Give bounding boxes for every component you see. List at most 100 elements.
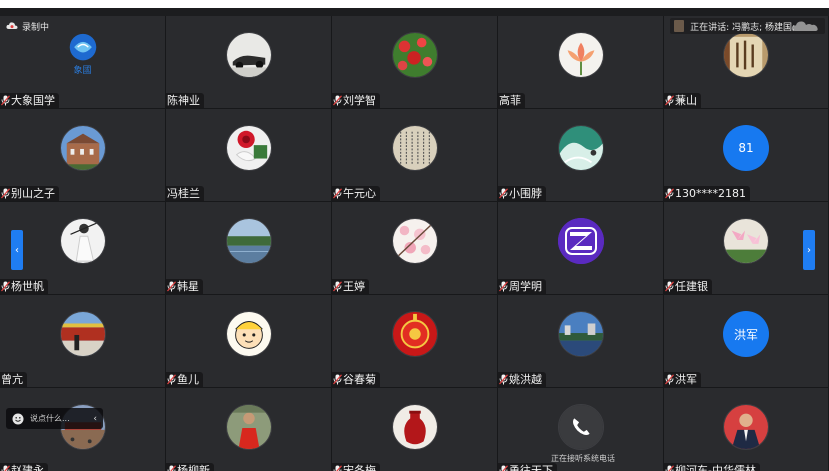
mic-muted-icon bbox=[333, 188, 342, 199]
avatar bbox=[391, 404, 438, 450]
avatar bbox=[225, 311, 272, 357]
avatar bbox=[557, 311, 604, 357]
participant-tile[interactable]: 鱼儿 bbox=[166, 295, 332, 388]
participant-tile[interactable]: 曾亢 bbox=[0, 295, 166, 388]
participant-name: 鱼儿 bbox=[177, 373, 199, 386]
mic-muted-icon bbox=[499, 374, 508, 385]
mic-muted-icon bbox=[333, 465, 342, 471]
meeting-gallery: 象國大象国学 陈神业 刘学智 高菲 蒹山别山之子 冯桂兰 午元心 小围脖 81 130****21… bbox=[0, 0, 829, 471]
name-tag: 柳河东-中华儒林 bbox=[664, 463, 760, 471]
participant-name: 洪军 bbox=[675, 373, 697, 386]
avatar bbox=[391, 218, 438, 264]
name-tag: 午元心 bbox=[332, 186, 380, 201]
participant-tile[interactable]: 周学明 bbox=[498, 202, 664, 295]
logo-text: 象國 bbox=[73, 65, 92, 76]
mic-muted-icon bbox=[665, 465, 674, 471]
prev-page-button[interactable]: ‹ bbox=[11, 230, 23, 270]
participant-tile[interactable]: 高菲 bbox=[498, 16, 664, 109]
name-tag: 陈神业 bbox=[166, 93, 204, 108]
mic-muted-icon bbox=[499, 465, 508, 471]
name-tag: 杨世帆 bbox=[0, 279, 48, 294]
participant-name: 任建银 bbox=[675, 280, 708, 293]
participant-tile[interactable]: 宋冬梅 bbox=[332, 388, 498, 471]
name-tag: 谷春菊 bbox=[332, 372, 380, 387]
recording-label: 录制中 bbox=[22, 22, 50, 33]
mic-muted-icon bbox=[499, 281, 508, 292]
avatar: 81 bbox=[723, 125, 769, 171]
chevron-left-icon: ‹ bbox=[15, 244, 19, 256]
chat-input[interactable]: 说点什么... ‹ bbox=[6, 408, 103, 429]
z-logo-icon bbox=[557, 218, 604, 264]
participant-tile[interactable]: 姚洪越 bbox=[498, 295, 664, 388]
avatar bbox=[391, 125, 438, 171]
participant-name: 大象国学 bbox=[11, 94, 55, 107]
participant-tile[interactable]: 杨世帆 bbox=[0, 202, 166, 295]
participant-name: 姚洪越 bbox=[509, 373, 542, 386]
participant-tile[interactable]: 王婷 bbox=[332, 202, 498, 295]
chevron-left-icon[interactable]: ‹ bbox=[93, 414, 97, 424]
chat-placeholder: 说点什么... bbox=[30, 414, 70, 423]
participant-tile[interactable]: 柳河东-中华儒林 bbox=[664, 388, 829, 471]
participant-name: 小围脖 bbox=[509, 187, 542, 200]
avatar bbox=[391, 32, 438, 78]
avatar bbox=[557, 125, 604, 171]
participant-tile[interactable]: 杨柳新 bbox=[166, 388, 332, 471]
participant-name: 午元心 bbox=[343, 187, 376, 200]
avatar bbox=[225, 125, 272, 171]
name-tag: 杨柳新 bbox=[166, 463, 214, 471]
mic-muted-icon bbox=[665, 95, 674, 106]
participant-name: 曾亢 bbox=[1, 373, 23, 386]
participant-tile[interactable]: 韩星 bbox=[166, 202, 332, 295]
participant-name: 宋冬梅 bbox=[343, 464, 376, 471]
participant-name: 韩星 bbox=[177, 280, 199, 293]
logo-icon: 象國 bbox=[61, 28, 105, 80]
participant-tile[interactable]: 81 130****2181 bbox=[664, 109, 829, 202]
participant-tile[interactable]: 刘学智 bbox=[332, 16, 498, 109]
mic-muted-icon bbox=[1, 95, 10, 106]
participant-tile[interactable]: 午元心 bbox=[332, 109, 498, 202]
avatar bbox=[59, 218, 106, 264]
mic-muted-icon bbox=[333, 281, 342, 292]
name-tag: 任建银 bbox=[664, 279, 712, 294]
participant-name: 王婷 bbox=[343, 280, 365, 293]
avatar bbox=[225, 32, 272, 78]
participant-name: 蒹山 bbox=[675, 94, 697, 107]
participant-tile[interactable]: 冯桂兰 bbox=[166, 109, 332, 202]
mic-muted-icon bbox=[1, 188, 10, 199]
chevron-right-icon: › bbox=[807, 244, 811, 256]
recording-indicator[interactable]: 录制中 bbox=[6, 19, 49, 33]
name-tag: 刘学智 bbox=[332, 93, 380, 108]
name-tag: 别山之子 bbox=[0, 186, 59, 201]
mic-muted-icon bbox=[333, 374, 342, 385]
name-tag: 大象国学 bbox=[0, 93, 59, 108]
participant-tile[interactable]: 洪军 洪军 bbox=[664, 295, 829, 388]
name-tag: 高菲 bbox=[498, 93, 525, 108]
participant-name: 杨世帆 bbox=[11, 280, 44, 293]
next-page-button[interactable]: › bbox=[803, 230, 815, 270]
avatar bbox=[391, 311, 438, 357]
name-tag: 鱼儿 bbox=[166, 372, 203, 387]
participant-tile[interactable]: 小围脖 bbox=[498, 109, 664, 202]
participant-name: 勇往天下 bbox=[509, 464, 553, 471]
mic-muted-icon bbox=[167, 465, 176, 471]
mic-muted-icon bbox=[665, 188, 674, 199]
name-tag: 蒹山 bbox=[664, 93, 701, 108]
speaker-avatar bbox=[674, 20, 685, 32]
participant-tile[interactable]: 陈神业 bbox=[166, 16, 332, 109]
name-tag: 冯桂兰 bbox=[166, 186, 204, 201]
avatar bbox=[557, 32, 604, 78]
avatar: 洪军 bbox=[723, 311, 769, 357]
participant-name: 周学明 bbox=[509, 280, 542, 293]
participant-tile[interactable]: 赵建永 bbox=[0, 388, 166, 471]
name-tag: 勇往天下 bbox=[498, 463, 557, 471]
avatar bbox=[59, 311, 106, 357]
participant-name: 谷春菊 bbox=[343, 373, 376, 386]
emoji-icon[interactable] bbox=[12, 413, 24, 425]
participant-tile[interactable]: 谷春菊 bbox=[332, 295, 498, 388]
mic-muted-icon bbox=[167, 374, 176, 385]
avatar bbox=[723, 404, 769, 450]
name-tag: 小围脖 bbox=[498, 186, 546, 201]
participant-name: 高菲 bbox=[499, 94, 521, 107]
participant-tile[interactable]: 别山之子 bbox=[0, 109, 166, 202]
participant-name: 冯桂兰 bbox=[167, 187, 200, 200]
